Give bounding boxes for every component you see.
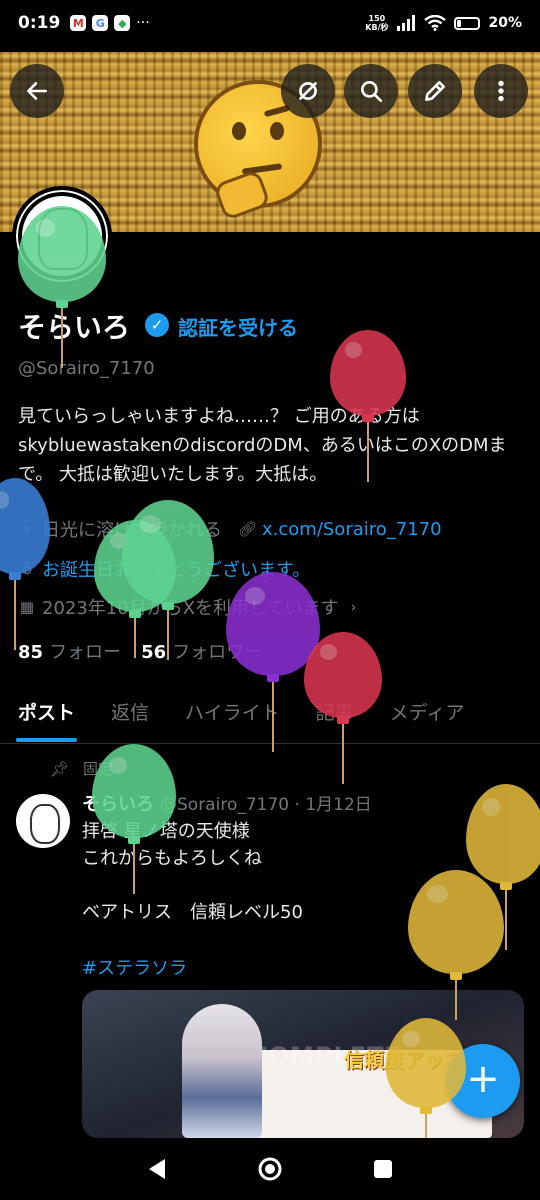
square-recents-icon: [374, 1160, 393, 1178]
notification-icons: M G ◆ ···: [70, 15, 150, 31]
more-vertical-icon: [498, 80, 504, 102]
google-icon: G: [92, 15, 109, 31]
battery-icon: [454, 16, 481, 30]
search-icon: [361, 81, 383, 103]
tab-replies[interactable]: 返信: [93, 688, 167, 744]
location-row: ⌖ 日光に溶けて焼かれる 🔗︎ x.com/Sorairo_7170: [18, 516, 442, 542]
app-icon: ◆: [114, 15, 131, 31]
status-bar: 0:19 M G ◆ ··· 150 KB/秒 20%: [0, 0, 540, 46]
post-hashtag[interactable]: #ステラソラ: [82, 954, 187, 980]
balloon: [386, 1018, 466, 1144]
balloon: [330, 330, 406, 482]
nav-back-button[interactable]: [143, 1155, 171, 1183]
pin-icon: 📌︎: [50, 759, 70, 778]
status-time: 0:19: [18, 13, 61, 33]
pencil-icon: [425, 81, 445, 101]
tab-posts[interactable]: ポスト: [0, 688, 93, 744]
balloon: [0, 478, 50, 650]
gmail-icon: M: [70, 15, 87, 31]
balloon: [304, 632, 382, 784]
edit-profile-button[interactable]: [408, 64, 462, 118]
wifi-icon: [424, 15, 447, 31]
link-icon: 🔗︎: [238, 520, 258, 538]
nav-home-button[interactable]: [256, 1155, 284, 1183]
network-speed: 150 KB/秒: [365, 14, 389, 32]
post-avatar[interactable]: [16, 794, 70, 848]
balloon: [18, 206, 106, 368]
more-notifications-icon: ···: [136, 15, 150, 31]
balloon: [408, 870, 504, 1020]
balloon: [122, 500, 214, 660]
tab-media[interactable]: メディア: [372, 688, 483, 744]
search-button[interactable]: [344, 64, 398, 118]
grok-slash-icon: [299, 82, 317, 100]
post-handle-date: @Sorairo_7170 · 1月12日: [160, 795, 372, 815]
back-button[interactable]: [10, 64, 64, 118]
more-options-button[interactable]: [474, 64, 528, 118]
circle-home-icon: [258, 1157, 282, 1181]
profile-website-link[interactable]: x.com/Sorairo_7170: [262, 519, 442, 540]
balloon: [92, 744, 176, 894]
status-right: 150 KB/秒 20%: [365, 14, 522, 32]
system-nav-bar: [0, 1138, 540, 1200]
chevron-right-icon: ›: [350, 598, 357, 616]
signal-icon: [397, 15, 416, 31]
grok-button[interactable]: [281, 64, 335, 118]
arrow-left-icon: [27, 82, 47, 100]
triangle-back-icon: [148, 1159, 165, 1179]
nav-recents-button[interactable]: [369, 1155, 397, 1183]
battery-percent: 20%: [488, 15, 522, 31]
media-character: [182, 1004, 262, 1138]
profile-bio: 見ていらっしゃいますよね……？ ご用のある方はskybluewastakenのd…: [18, 406, 507, 485]
get-verified-link[interactable]: 認証を受ける: [178, 312, 298, 341]
verified-check-icon: ✓: [145, 313, 169, 337]
